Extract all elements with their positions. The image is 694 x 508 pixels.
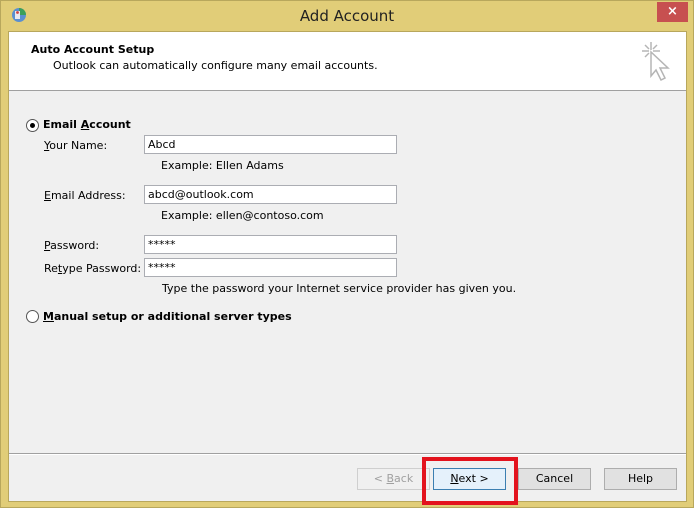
window-title: Add Account xyxy=(299,7,395,25)
your-name-input[interactable]: Abcd xyxy=(144,135,397,154)
email-address-example: Example: ellen@contoso.com xyxy=(161,209,324,222)
manual-setup-label[interactable]: Manual setup or additional server types xyxy=(43,310,292,323)
add-account-dialog: Add Account × Auto Account Setup Outlook… xyxy=(0,0,694,508)
retype-password-input[interactable]: ***** xyxy=(144,258,397,277)
title-bar[interactable]: Add Account × xyxy=(1,1,693,32)
close-button[interactable]: × xyxy=(657,2,688,22)
email-address-input[interactable]: abcd@outlook.com xyxy=(144,185,397,204)
manual-setup-radio[interactable] xyxy=(26,310,39,323)
email-address-label: Email Address: xyxy=(44,189,126,202)
email-account-label[interactable]: Email Account xyxy=(43,118,131,131)
your-name-label: Your Name: xyxy=(44,139,108,152)
wizard-header: Auto Account Setup Outlook can automatic… xyxy=(9,32,686,91)
back-button[interactable]: < Back xyxy=(357,468,430,490)
password-hint: Type the password your Internet service … xyxy=(162,282,517,295)
your-name-example: Example: Ellen Adams xyxy=(161,159,284,172)
dialog-body: Auto Account Setup Outlook can automatic… xyxy=(8,31,687,505)
password-input[interactable]: ***** xyxy=(144,235,397,254)
email-account-radio[interactable] xyxy=(26,119,39,132)
retype-password-label: Retype Password: xyxy=(44,262,142,275)
close-icon: × xyxy=(667,4,678,19)
header-title: Auto Account Setup xyxy=(31,43,155,56)
cancel-button[interactable]: Cancel xyxy=(518,468,591,490)
help-button[interactable]: Help xyxy=(604,468,677,490)
footer-divider xyxy=(9,453,686,455)
next-button-highlight-box xyxy=(422,457,518,505)
header-subtitle: Outlook can automatically configure many… xyxy=(53,59,378,72)
cursor-sparkle-icon xyxy=(642,42,670,82)
password-label: Password: xyxy=(44,239,100,252)
